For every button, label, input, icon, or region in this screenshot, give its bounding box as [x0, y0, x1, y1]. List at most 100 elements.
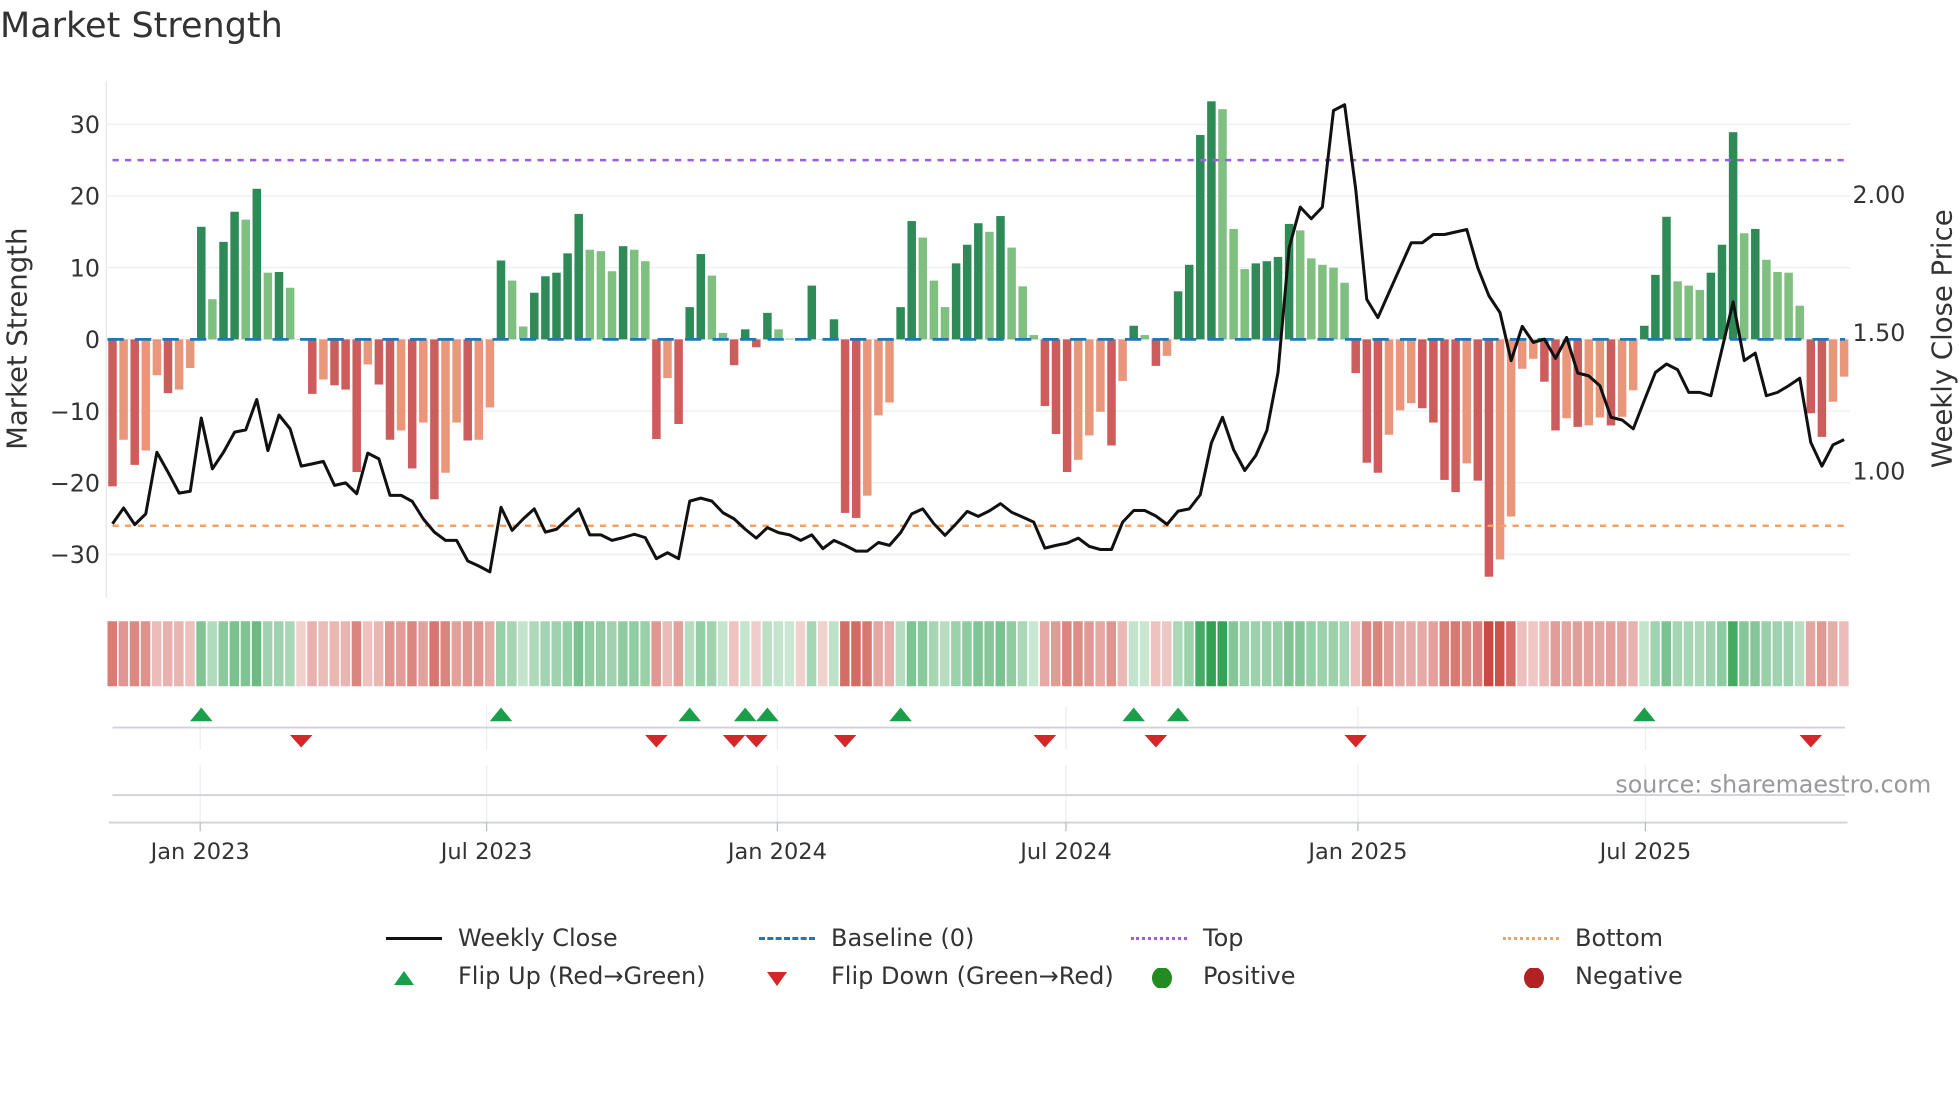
- strength-heat-cell: [940, 621, 950, 687]
- strength-bar: [1651, 274, 1660, 340]
- strength-bar: [152, 339, 162, 376]
- strength-bar: [1018, 286, 1027, 340]
- strength-bar: [962, 244, 972, 340]
- strength-heat-cell: [140, 621, 151, 687]
- strength-heat-cell: [207, 621, 217, 687]
- strength-bar: [208, 299, 217, 340]
- strength-bar: [396, 339, 406, 431]
- strength-bar: [285, 287, 295, 340]
- strength-bar: [1318, 264, 1327, 340]
- strength-heat-cell: [1106, 621, 1116, 687]
- strength-bar: [1640, 325, 1649, 340]
- strength-bar: [1151, 339, 1161, 366]
- strength-heat-cell: [218, 621, 229, 687]
- strength-bar: [807, 285, 817, 340]
- strength-heat-cell: [1339, 621, 1350, 687]
- legend-label: Negative: [1575, 962, 1683, 990]
- strength-heat-cell: [1717, 621, 1727, 687]
- strength-heat-cell: [1661, 621, 1671, 687]
- strength-heat-cell: [1051, 621, 1061, 687]
- legend-label: Top: [1203, 924, 1244, 952]
- strength-bar: [1662, 216, 1671, 340]
- strength-heat-cell: [1384, 621, 1394, 687]
- strength-bar: [1351, 339, 1360, 374]
- strength-heat-cell: [385, 621, 395, 687]
- strength-heat-cell: [806, 621, 817, 687]
- strength-heat-cell: [507, 621, 517, 687]
- strength-bar: [1107, 339, 1116, 446]
- strength-heat-cell: [262, 621, 273, 687]
- legend-label: Positive: [1203, 962, 1296, 990]
- strength-bar: [1251, 263, 1261, 340]
- flip-down-marker: [1033, 735, 1057, 748]
- strength-bar: [1751, 228, 1760, 340]
- strength-bar: [1462, 339, 1471, 464]
- strength-bar: [585, 249, 595, 340]
- flip-up-marker: [1166, 707, 1190, 722]
- y-tick-label: 20: [70, 183, 100, 211]
- strength-heat-cell: [1739, 621, 1749, 687]
- strength-bar: [1395, 339, 1405, 411]
- strength-heat-cell: [1506, 621, 1516, 687]
- strength-bar: [629, 249, 639, 340]
- flip-up-marker: [678, 707, 701, 722]
- strength-bar: [1140, 335, 1150, 340]
- strength-bar: [1739, 233, 1749, 340]
- strength-bar: [518, 326, 528, 340]
- strength-heat-cell: [1284, 621, 1294, 687]
- strength-bar: [1162, 339, 1172, 356]
- strength-bar: [252, 188, 262, 340]
- strength-heat-cell: [629, 621, 639, 687]
- strength-heat-cell: [1372, 621, 1383, 687]
- strength-heat-cell: [1606, 621, 1616, 687]
- strength-bar: [1007, 247, 1016, 340]
- legend-label: Baseline (0): [831, 924, 975, 952]
- strength-heat-cell: [1794, 621, 1805, 687]
- source-label: source: sharemaestro.com: [1615, 771, 1931, 799]
- x-tick-label: Jul 2023: [439, 839, 533, 865]
- strength-bar: [530, 292, 539, 340]
- strength-heat-cell: [740, 621, 750, 687]
- strength-heat-cell: [484, 621, 495, 687]
- strength-bar: [1207, 101, 1216, 340]
- strength-bar: [1040, 339, 1050, 407]
- strength-bar: [1484, 339, 1494, 577]
- strength-bar: [1295, 230, 1305, 340]
- strength-bar: [774, 329, 783, 340]
- strength-heat-cell: [684, 621, 695, 687]
- strength-heat-cell: [1139, 621, 1150, 687]
- y-right-axis-label: Weekly Close Price: [1926, 209, 1958, 468]
- strength-bar: [1073, 339, 1083, 460]
- strength-heat-cell: [274, 621, 284, 687]
- strength-heat-cell: [1539, 621, 1549, 687]
- strength-heat-cell: [1250, 621, 1261, 687]
- strength-bar: [552, 272, 561, 340]
- strength-heat-cell: [196, 621, 206, 687]
- strength-bar: [974, 223, 983, 340]
- strength-bar: [263, 272, 273, 340]
- strength-bar: [885, 339, 894, 403]
- strength-bar: [452, 339, 461, 423]
- strength-bar: [1817, 339, 1827, 437]
- strength-heat-cell: [895, 621, 906, 687]
- triangle-down-icon: [759, 966, 815, 986]
- strength-bar: [1218, 109, 1227, 340]
- strength-heat-cell: [1228, 621, 1239, 687]
- strength-bar: [274, 271, 284, 340]
- strength-bar: [1229, 228, 1238, 340]
- strength-bar: [441, 339, 450, 473]
- strength-heat-cell: [573, 621, 584, 687]
- strength-heat-cell: [773, 621, 783, 687]
- strength-heat-cell: [1750, 621, 1760, 687]
- strength-heat-cell: [362, 621, 373, 687]
- flip-down-marker: [833, 735, 857, 748]
- legend-bottom: Bottom: [1503, 920, 1663, 956]
- strength-heat-cell: [1572, 621, 1583, 687]
- strength-heat-cell: [551, 621, 561, 687]
- strength-heat-cell: [651, 621, 661, 687]
- strength-bar: [896, 307, 905, 340]
- strength-heat-cell: [862, 621, 872, 687]
- strength-heat-cell: [174, 621, 184, 687]
- strength-heat-cell: [718, 621, 728, 687]
- flip-up-marker: [733, 707, 757, 722]
